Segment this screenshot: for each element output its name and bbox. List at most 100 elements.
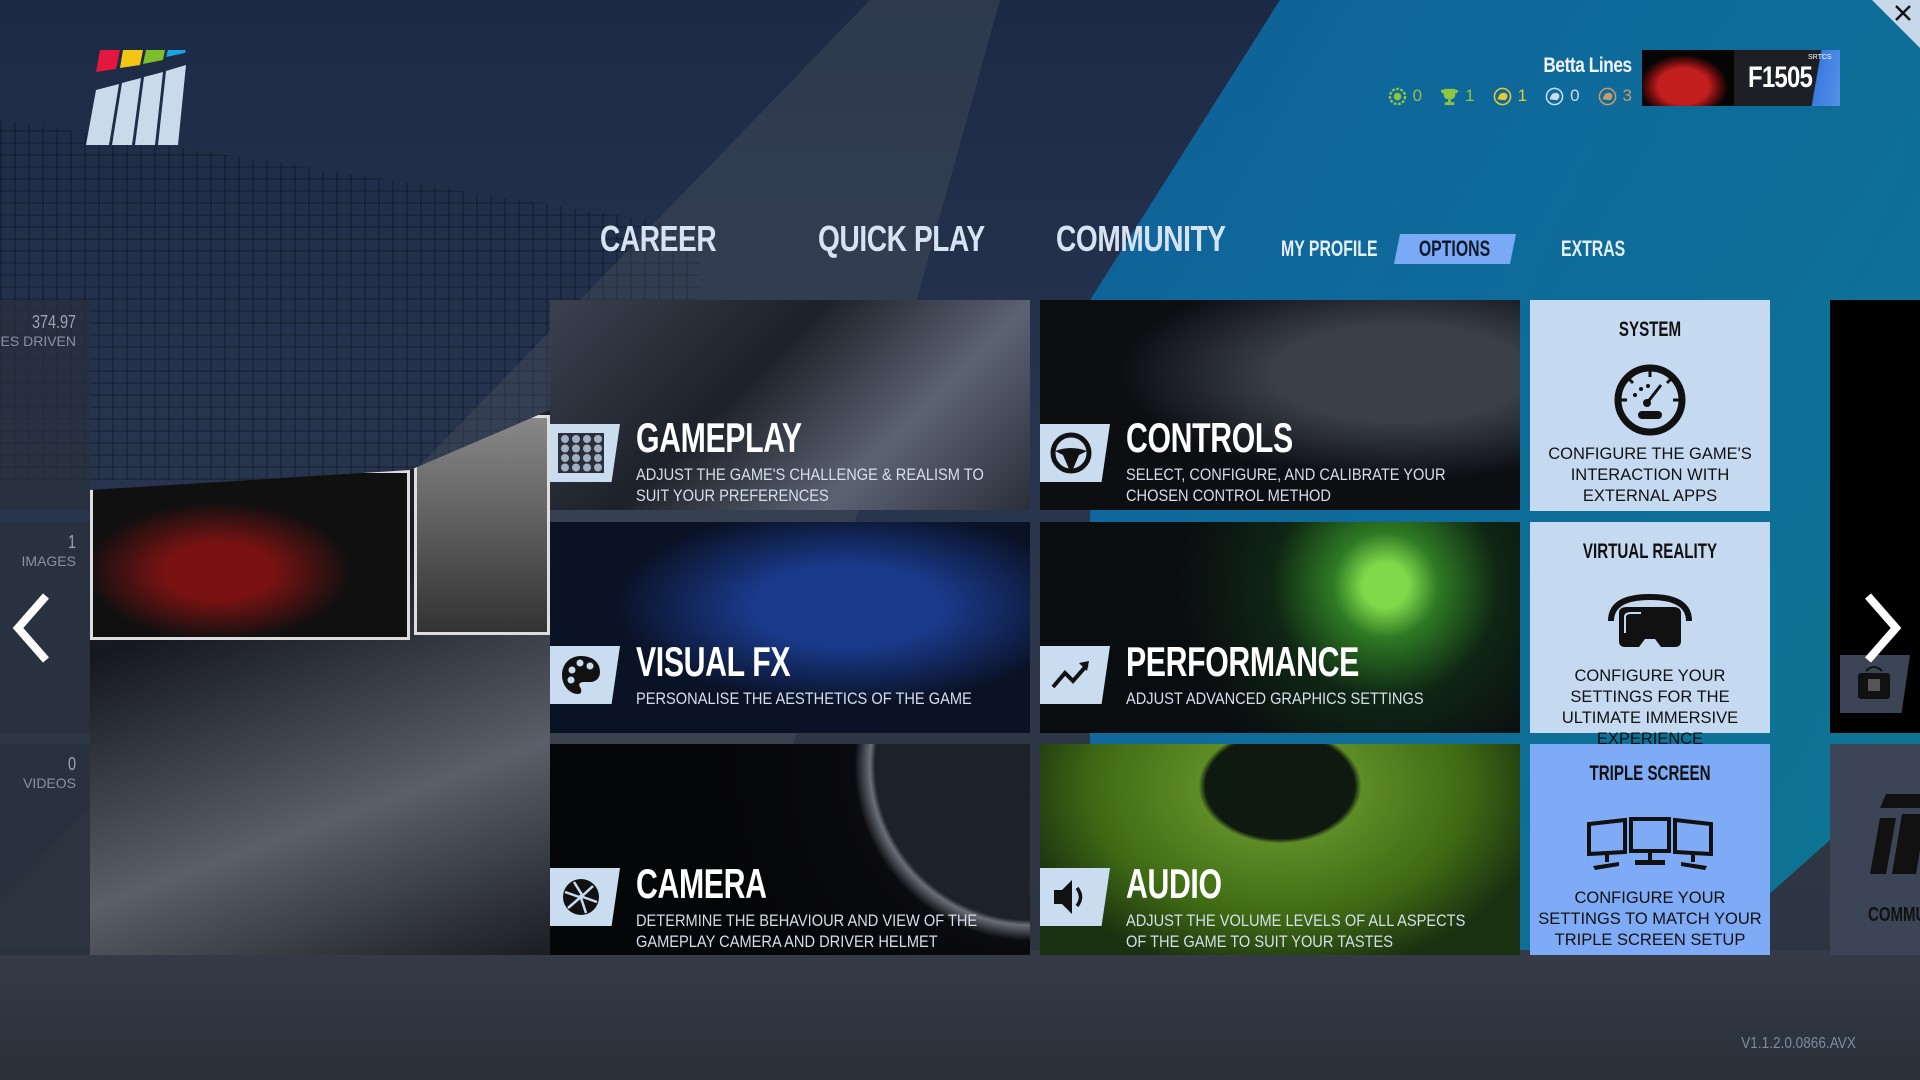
car-thumbnail [1642, 50, 1734, 106]
tile-camera-title: CAMERA [636, 860, 767, 907]
card-virtual-reality-desc: CONFIGURE YOUR SETTINGS FOR THE ULTIMATE… [1561, 667, 1739, 748]
chevron-left-icon [12, 593, 50, 663]
grid-dot [583, 454, 591, 462]
subnav-options-label: OPTIONS [1419, 236, 1491, 261]
tile-camera[interactable]: CAMERA DETERMINE THE BEHAVIOUR AND VIEW … [550, 744, 1030, 955]
stat-value: 1 [1465, 86, 1475, 105]
card-triple-screen[interactable]: TRIPLE SCREEN CONFIGURE YOUR SETTINGS TO… [1530, 744, 1770, 955]
rating-panel: SRTCS F1505 [1734, 50, 1840, 106]
subnav-my-profile-label: MY PROFILE [1281, 236, 1378, 261]
close-button[interactable] [1872, 0, 1920, 48]
subnav-extras-label: EXTRAS [1561, 236, 1626, 261]
carousel-next-button[interactable] [1860, 588, 1904, 668]
subnav-options[interactable]: OPTIONS [1394, 234, 1516, 264]
stat-bronze-medal: 3 [1598, 86, 1632, 106]
grid-dot [594, 463, 602, 472]
profile-header[interactable]: Betta Lines 0 1 1 0 3 SRTCS F1505 [1388, 50, 1840, 106]
grid-dot [572, 444, 580, 453]
grid-dot [583, 444, 591, 453]
grid-dot [594, 435, 602, 443]
card-system-icon-wrap [1530, 360, 1770, 440]
tile-controls-desc: SELECT, CONFIGURE, AND CALIBRATE YOUR CH… [1126, 465, 1446, 505]
tile-gameplay-desc: ADJUST THE GAME'S CHALLENGE & REALISM TO… [636, 465, 984, 505]
card-virtual-reality-title: VIRTUAL REALITY [1582, 540, 1718, 563]
tile-camera-icon-box [550, 868, 620, 926]
nav-community[interactable]: COMMUNITY [1056, 218, 1273, 260]
username: Betta Lines [1543, 54, 1633, 77]
rig-screen-left [90, 470, 410, 640]
nav-career[interactable]: CAREER [600, 218, 749, 260]
videos-stat: 0 VIDEOS [0, 744, 90, 955]
tile-gameplay-title: GAMEPLAY [636, 414, 802, 461]
background-road [0, 950, 1920, 1080]
nav-quick-play[interactable]: QUICK PLAY [818, 218, 1032, 260]
grid-dot [561, 463, 569, 472]
palette-icon [562, 656, 600, 694]
game-logo [86, 50, 186, 145]
card-system[interactable]: SYSTEM CONFIGURE THE GAME'S INTERACTION … [1530, 300, 1770, 511]
stat-silver-medal: 0 [1545, 86, 1580, 106]
grid-dot [561, 454, 569, 462]
nav-quick-play-label: QUICK PLAY [818, 218, 985, 259]
card-triple-screen-icon-wrap [1530, 804, 1770, 884]
silver-medal-icon [1545, 87, 1564, 105]
grid-dot [583, 435, 591, 443]
grid-dot [572, 463, 580, 472]
vr-headset-icon [1608, 593, 1692, 647]
gauge-icon [1614, 364, 1686, 436]
tile-visual-fx-title: VISUAL FX [636, 638, 791, 685]
grid-icon [558, 433, 604, 473]
car-rating-card[interactable]: SRTCS F1505 [1642, 50, 1840, 106]
tile-controls[interactable]: CONTROLS SELECT, CONFIGURE, AND CALIBRAT… [1040, 300, 1520, 510]
driver-rating: F1505 [1748, 61, 1813, 94]
tile-gameplay-icon-box [550, 424, 620, 482]
images-value: 1 [67, 532, 76, 552]
tile-audio[interactable]: AUDIO ADJUST THE VOLUME LEVELS OF ALL AS… [1040, 744, 1520, 955]
tile-visual-fx-desc: PERSONALISE THE AESTHETICS OF THE GAME [636, 689, 972, 708]
stat-value: 0 [1570, 86, 1580, 105]
tile-controls-title: CONTROLS [1126, 414, 1293, 461]
grid-dot [583, 463, 591, 472]
stat-value: 3 [1622, 86, 1632, 105]
stats-row: 0 1 1 0 3 [1388, 86, 1632, 106]
tile-performance-desc: ADJUST ADVANCED GRAPHICS SETTINGS [1126, 689, 1424, 708]
close-icon [1872, 0, 1920, 48]
right-panel-label: COMMU [1868, 904, 1920, 926]
card-system-title: SYSTEM [1618, 318, 1682, 341]
tile-gameplay[interactable]: GAMEPLAY ADJUST THE GAME'S CHALLENGE & R… [550, 300, 1030, 510]
chevron-right-icon [1864, 593, 1902, 663]
nav-career-label: CAREER [600, 218, 717, 259]
carousel-prev-button[interactable] [10, 588, 54, 668]
stat-gold-medal: 1 [1493, 86, 1527, 106]
hero-rig-image [90, 410, 550, 955]
trend-up-icon [1051, 661, 1089, 689]
videos-value: 0 [67, 754, 76, 774]
tile-visual-fx[interactable]: VISUAL FX PERSONALISE THE AESTHETICS OF … [550, 522, 1030, 733]
tile-performance-title: PERFORMANCE [1126, 638, 1359, 685]
tile-audio-desc: ADJUST THE VOLUME LEVELS OF ALL ASPECTS … [1126, 911, 1466, 951]
triple-monitor-icon [1587, 817, 1713, 870]
tile-audio-icon-box [1040, 868, 1110, 926]
subnav-extras[interactable]: EXTRAS [1561, 236, 1650, 262]
grid-dot [572, 454, 580, 462]
grid-dot [561, 444, 569, 453]
right-panel-community[interactable]: COMMU [1830, 744, 1920, 955]
rating-series: SRTCS [1808, 54, 1832, 61]
tile-performance[interactable]: PERFORMANCE ADJUST ADVANCED GRAPHICS SET… [1040, 522, 1520, 733]
grid-dot [572, 435, 580, 443]
version-label: V1.1.2.0.0866.AVX [1741, 1035, 1856, 1052]
card-triple-screen-desc: CONFIGURE YOUR SETTINGS TO MATCH YOUR TR… [1538, 889, 1762, 949]
wreath-icon [1388, 87, 1406, 105]
tile-visual-fx-icon-box [550, 646, 620, 704]
bronze-medal-icon [1598, 87, 1616, 105]
tile-performance-icon-box [1040, 646, 1110, 704]
videos-label: VIDEOS [23, 775, 76, 791]
card-virtual-reality[interactable]: VIRTUAL REALITY CONFIGURE YOUR SETTINGS … [1530, 522, 1770, 748]
speaker-icon [1054, 880, 1083, 914]
gold-medal-icon [1493, 87, 1511, 105]
profile-info: Betta Lines 0 1 1 0 3 [1388, 50, 1632, 106]
store-bag-icon [1858, 666, 1890, 699]
steering-wheel-icon [1050, 432, 1092, 474]
subnav-my-profile[interactable]: MY PROFILE [1281, 236, 1415, 262]
stat-wreath: 0 [1388, 86, 1422, 106]
